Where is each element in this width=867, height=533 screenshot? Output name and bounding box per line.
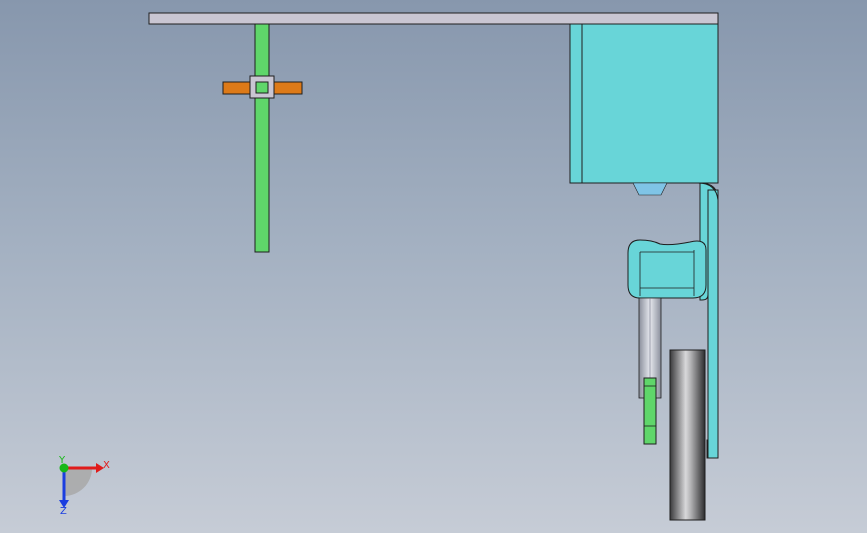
z-axis-label: Z: [60, 506, 67, 517]
vertical-guide-bar[interactable]: [254, 23, 270, 253]
cad-graphics-viewport[interactable]: X Y Z: [0, 0, 867, 533]
green-clamp[interactable]: [643, 377, 657, 445]
y-axis-label: Y: [58, 455, 66, 466]
top-plate[interactable]: [148, 12, 719, 25]
cyan-motor-housing[interactable]: [569, 23, 719, 184]
coordinate-triad: X Y Z: [58, 455, 110, 517]
triad-arc: [64, 468, 92, 496]
model-view[interactable]: X Y Z: [0, 0, 867, 533]
drive-wheel[interactable]: [669, 349, 706, 521]
cross-connector-center: [255, 81, 269, 94]
housing-bottom-nub: [632, 182, 668, 196]
x-axis-label: X: [103, 460, 110, 471]
bracket-strip[interactable]: [707, 189, 719, 459]
